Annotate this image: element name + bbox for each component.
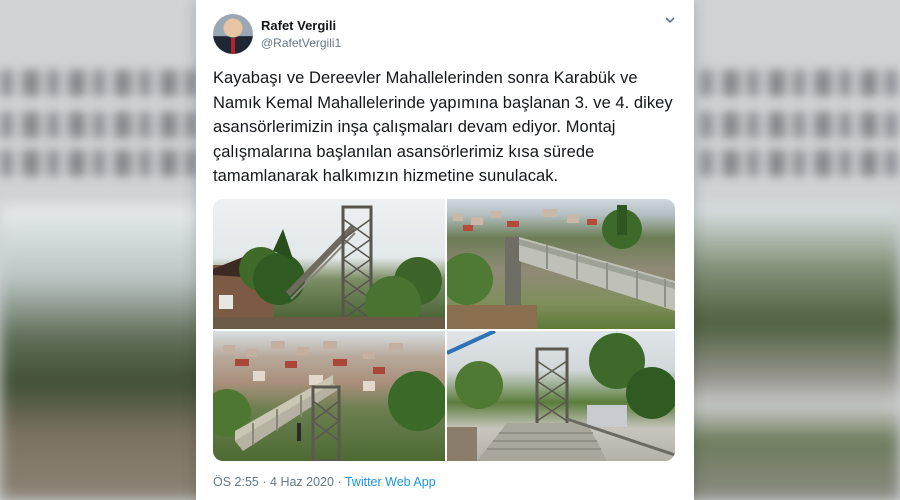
- chevron-down-icon[interactable]: [664, 14, 676, 29]
- footer-separator: ·: [262, 475, 267, 489]
- blurred-text-row: [700, 112, 900, 138]
- blurred-text-row: [0, 112, 200, 138]
- tweet-footer: ÖS 2:55 · 4 Haz 2020 · Twitter Web App: [213, 475, 436, 489]
- photo-bridge-walkway[interactable]: [447, 199, 675, 329]
- tweet-time[interactable]: ÖS 2:55: [213, 475, 259, 489]
- footer-separator: ·: [337, 475, 342, 489]
- blurred-text-row: [700, 150, 900, 176]
- blurred-photo-left: [0, 205, 210, 500]
- tweet-media-grid: [213, 199, 675, 461]
- blurred-text-row: [700, 70, 900, 96]
- blurred-text-row: [0, 70, 200, 96]
- tweet-header: Rafet Vergili @RafetVergili1: [213, 14, 680, 58]
- tweet-date[interactable]: 4 Haz 2020: [270, 475, 334, 489]
- tweet-source-link[interactable]: Twitter Web App: [345, 475, 436, 489]
- avatar-tie: [231, 38, 235, 54]
- author-handle[interactable]: @RafetVergili1: [261, 36, 341, 50]
- avatar[interactable]: [213, 14, 253, 54]
- tweet-card: Rafet Vergili @RafetVergili1 Kayabaşı ve…: [196, 0, 694, 500]
- blurred-text-row: [0, 150, 200, 176]
- tweet-text: Kayabaşı ve Dereevler Mahallelerinden so…: [213, 69, 673, 185]
- blurred-photo-right: [678, 205, 900, 500]
- photo-elevator-tower[interactable]: [213, 199, 445, 329]
- photo-walkway-town-view[interactable]: [213, 331, 445, 461]
- author-name[interactable]: Rafet Vergili: [261, 18, 336, 33]
- photo-construction-site[interactable]: [447, 331, 675, 461]
